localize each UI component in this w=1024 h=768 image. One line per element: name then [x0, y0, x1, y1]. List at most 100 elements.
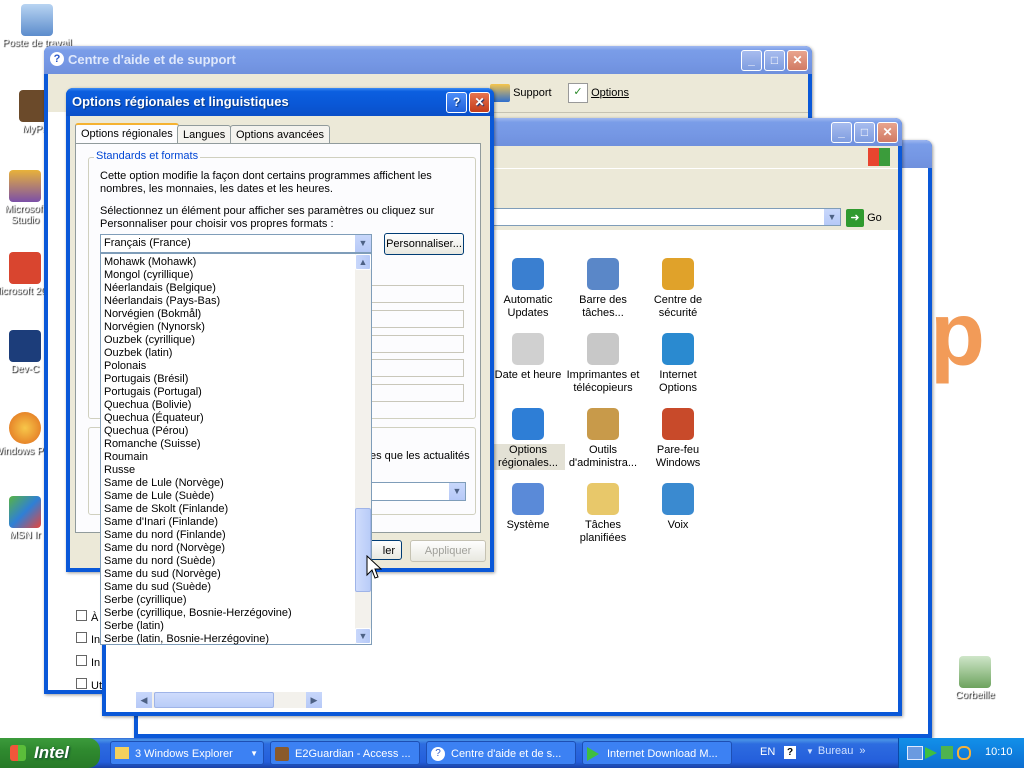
list-vertical-scrollbar[interactable]: ▲ ▼	[355, 254, 371, 644]
network-icon[interactable]	[907, 746, 923, 760]
locale-list-item[interactable]: Serbe (cyrillique)	[103, 594, 355, 607]
locale-list-item[interactable]: Russe	[103, 464, 355, 477]
locale-list-item[interactable]: Same du nord (Norvège)	[103, 542, 355, 555]
locale-list-item[interactable]: Serbe (latin, Bosnie-Herzégovine)	[103, 633, 355, 646]
scroll-right-button[interactable]: ▶	[306, 692, 322, 708]
address-dropdown-button[interactable]: ▼	[824, 209, 840, 225]
locale-list-item[interactable]: Quechua (Pérou)	[103, 425, 355, 438]
control-panel-item[interactable]: Outils d'administra...	[566, 408, 640, 470]
locale-list-item[interactable]: Same de Lule (Norvège)	[103, 477, 355, 490]
preview-field	[370, 285, 464, 303]
locale-list-item[interactable]: Same du nord (Finlande)	[103, 529, 355, 542]
task-e2guardian[interactable]: E2Guardian - Access ...	[270, 741, 420, 765]
locale-list-item[interactable]: Romanche (Suisse)	[103, 438, 355, 451]
flag-tray-icon[interactable]	[941, 746, 953, 759]
locale-list-item[interactable]: Mongol (cyrillique)	[103, 269, 355, 282]
control-panel-item[interactable]: Internet Options	[641, 333, 715, 395]
minimize-button[interactable]: _	[831, 122, 852, 143]
control-panel-item[interactable]: Barre des tâches...	[566, 258, 640, 320]
scroll-up-button[interactable]: ▲	[355, 254, 371, 270]
options-button[interactable]: ✓ Options	[568, 82, 629, 104]
control-panel-item[interactable]: Centre de sécurité	[641, 258, 715, 320]
chevron-down-icon[interactable]: ▼	[355, 235, 371, 252]
system-tray: 10:10	[898, 738, 1024, 768]
customize-button[interactable]: Personnaliser...	[384, 233, 464, 255]
locale-list-item[interactable]: Same du sud (Norvège)	[103, 568, 355, 581]
go-button[interactable]: ➜ Go	[846, 208, 882, 228]
locale-list-item[interactable]: Norvégien (Nynorsk)	[103, 321, 355, 334]
minimize-button[interactable]: _	[741, 50, 762, 71]
language-indicator[interactable]: EN	[760, 746, 775, 758]
title-bar[interactable]: Options régionales et linguistiques ? ✕	[66, 88, 494, 116]
close-button[interactable]: ✕	[469, 92, 490, 113]
help-side-item[interactable]: Ut	[76, 678, 102, 692]
control-panel-item[interactable]: Automatic Updates	[491, 258, 565, 320]
help-button[interactable]: ?	[446, 92, 467, 113]
support-label: Support	[513, 87, 552, 99]
bureau-label: Bureau	[817, 745, 854, 757]
locale-list-item[interactable]: Serbe (cyrillique, Bosnie-Herzégovine)	[103, 607, 355, 620]
task-label: E2Guardian - Access ...	[295, 748, 411, 760]
support-button[interactable]: Support	[490, 82, 552, 104]
scroll-thumb[interactable]	[154, 692, 274, 708]
control-panel-item[interactable]: Système	[491, 483, 565, 532]
locale-list-item[interactable]: Roumain	[103, 451, 355, 464]
locale-list-item[interactable]: Néerlandais (Pays-Bas)	[103, 295, 355, 308]
maximize-button[interactable]: □	[854, 122, 875, 143]
locale-combobox[interactable]: Français (France) ▼	[100, 234, 372, 253]
close-button[interactable]: ✕	[877, 122, 898, 143]
task-windows-explorer[interactable]: 3 Windows Explorer ▼	[110, 741, 264, 765]
locale-list-item[interactable]: Mohawk (Mohawk)	[103, 256, 355, 269]
tab-languages[interactable]: Langues	[177, 125, 232, 144]
location-combobox[interactable]: ▼	[370, 482, 466, 501]
locale-list-item[interactable]: Same du nord (Suède)	[103, 555, 355, 568]
locale-list-item[interactable]: Same de Lule (Suède)	[103, 490, 355, 503]
locale-list-item[interactable]: Same du sud (Suède)	[103, 581, 355, 594]
bureau-toolbar[interactable]: ▼ Bureau »	[806, 745, 866, 757]
control-panel-item[interactable]: Tâches planifiées	[566, 483, 640, 545]
desktop-icon-recycle-bin[interactable]: Corbeille	[940, 656, 1010, 701]
locale-list-item[interactable]: Norvégien (Bokmål)	[103, 308, 355, 321]
locale-list-item[interactable]: Polonais	[103, 360, 355, 373]
locale-list-item[interactable]: Néerlandais (Belgique)	[103, 282, 355, 295]
locale-list-item[interactable]: Quechua (Équateur)	[103, 412, 355, 425]
help-side-item[interactable]: In	[76, 632, 100, 646]
help-icon: ?	[431, 747, 445, 761]
control-panel-item[interactable]: Imprimantes et télécopieurs	[566, 333, 640, 395]
locale-list-item[interactable]: Quechua (Bolivie)	[103, 399, 355, 412]
locale-dropdown-list[interactable]: Mohawk (Mohawk) Mongol (cyrillique) Néerla…	[100, 253, 372, 645]
control-panel-item[interactable]: Voix	[641, 483, 715, 532]
locale-list-item[interactable]: Serbe (latin)	[103, 620, 355, 633]
help-tray-icon[interactable]: ?	[784, 746, 796, 759]
locale-list-item[interactable]: Ouzbek (cyrillique)	[103, 334, 355, 347]
download-tray-icon[interactable]	[925, 747, 937, 759]
desktop-icon-my-computer[interactable]: Poste de travail	[2, 4, 72, 49]
task-label: Internet Download M...	[607, 748, 718, 760]
control-panel-item[interactable]: Options régionales...	[491, 408, 565, 470]
chevron-down-icon[interactable]: ▼	[449, 483, 465, 500]
apply-button[interactable]: Appliquer	[410, 540, 486, 562]
control-panel-item-label: Barre des tâches...	[579, 294, 627, 319]
locale-list-item[interactable]: Portugais (Portugal)	[103, 386, 355, 399]
control-panel-item[interactable]: Pare-feu Windows	[641, 408, 715, 470]
help-side-item[interactable]: À	[76, 610, 98, 624]
locale-list-item[interactable]: Same d'Inari (Finlande)	[103, 516, 355, 529]
task-internet-download-manager[interactable]: Internet Download M...	[582, 741, 732, 765]
tab-advanced-options[interactable]: Options avancées	[230, 125, 331, 144]
task-help-center[interactable]: ? Centre d'aide et de s...	[426, 741, 576, 765]
help-side-item[interactable]: In	[76, 655, 100, 669]
search-tray-icon[interactable]	[957, 746, 971, 760]
close-button[interactable]: ✕	[787, 50, 808, 71]
scroll-down-button[interactable]: ▼	[355, 628, 371, 644]
help-icon: ?	[50, 52, 64, 66]
start-button[interactable]: Intel	[0, 738, 100, 768]
locale-list-item[interactable]: Same de Skolt (Finlande)	[103, 503, 355, 516]
scroll-left-button[interactable]: ◀	[136, 692, 152, 708]
title-bar[interactable]: ? Centre d'aide et de support _ □ ✕	[44, 46, 812, 74]
locale-list-items: Mohawk (Mohawk) Mongol (cyrillique) Néerla…	[103, 256, 355, 646]
horizontal-scrollbar[interactable]: ◀ ▶	[136, 692, 322, 708]
control-panel-item[interactable]: Date et heure	[491, 333, 565, 382]
locale-list-item[interactable]: Portugais (Brésil)	[103, 373, 355, 386]
maximize-button[interactable]: □	[764, 50, 785, 71]
locale-list-item[interactable]: Ouzbek (latin)	[103, 347, 355, 360]
